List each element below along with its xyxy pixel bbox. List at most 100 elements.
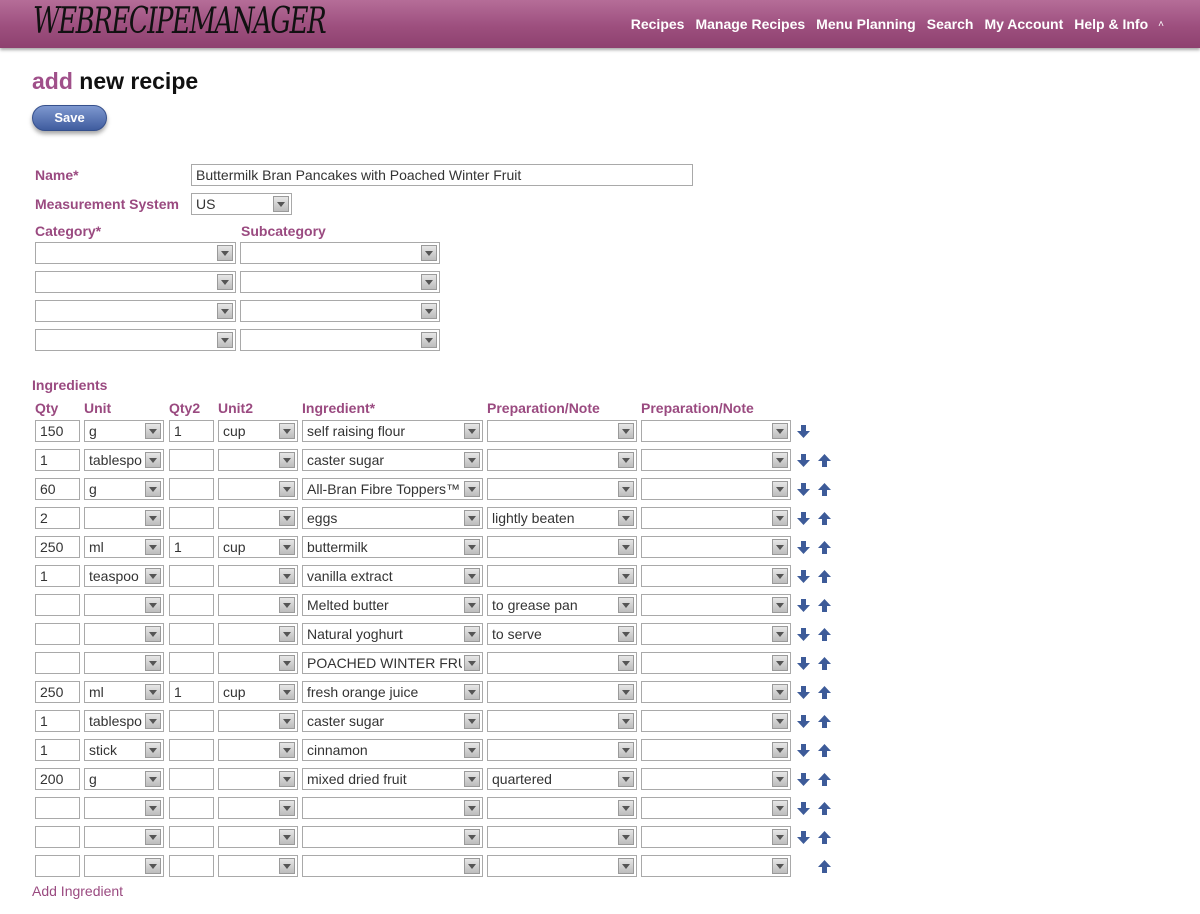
- preparation-note-2-select[interactable]: [641, 420, 791, 442]
- unit-select[interactable]: teaspoo: [84, 565, 164, 587]
- preparation-note-2-select[interactable]: [641, 623, 791, 645]
- move-down-arrow-icon[interactable]: [797, 686, 810, 699]
- save-button[interactable]: Save: [32, 105, 107, 131]
- dropdown-arrow-icon[interactable]: [464, 742, 480, 758]
- qty2-input[interactable]: 1: [169, 681, 214, 703]
- unit2-select[interactable]: [218, 478, 298, 500]
- unit2-select[interactable]: [218, 768, 298, 790]
- unit2-select[interactable]: [218, 797, 298, 819]
- dropdown-arrow-icon[interactable]: [279, 713, 295, 729]
- move-down-arrow-icon[interactable]: [797, 802, 810, 815]
- dropdown-arrow-icon[interactable]: [772, 481, 788, 497]
- dropdown-arrow-icon[interactable]: [772, 684, 788, 700]
- qty-input[interactable]: 60: [35, 478, 80, 500]
- qty-input[interactable]: [35, 652, 80, 674]
- dropdown-arrow-icon[interactable]: [279, 510, 295, 526]
- ingredient-select[interactable]: eggs: [302, 507, 483, 529]
- dropdown-arrow-icon[interactable]: [279, 568, 295, 584]
- dropdown-arrow-icon[interactable]: [145, 423, 161, 439]
- dropdown-arrow-icon[interactable]: [464, 510, 480, 526]
- move-up-arrow-icon[interactable]: [818, 657, 831, 670]
- unit2-select[interactable]: cup: [218, 420, 298, 442]
- move-down-arrow-icon[interactable]: [797, 425, 810, 438]
- dropdown-arrow-icon[interactable]: [618, 539, 634, 555]
- dropdown-arrow-icon[interactable]: [618, 771, 634, 787]
- dropdown-arrow-icon[interactable]: [145, 829, 161, 845]
- dropdown-arrow-icon[interactable]: [618, 655, 634, 671]
- dropdown-arrow-icon[interactable]: [279, 829, 295, 845]
- move-down-arrow-icon[interactable]: [797, 628, 810, 641]
- nav-recipes[interactable]: Recipes: [631, 16, 685, 32]
- preparation-note-select[interactable]: quartered: [487, 768, 637, 790]
- dropdown-arrow-icon[interactable]: [145, 742, 161, 758]
- dropdown-arrow-icon[interactable]: [772, 858, 788, 874]
- preparation-note-select[interactable]: lightly beaten: [487, 507, 637, 529]
- qty-input[interactable]: 1: [35, 739, 80, 761]
- unit2-select[interactable]: [218, 565, 298, 587]
- add-ingredient-link[interactable]: Add Ingredient: [32, 883, 123, 899]
- move-up-arrow-icon[interactable]: [818, 541, 831, 554]
- unit2-select[interactable]: [218, 855, 298, 877]
- preparation-note-2-select[interactable]: [641, 594, 791, 616]
- dropdown-arrow-icon[interactable]: [145, 597, 161, 613]
- unit2-select[interactable]: [218, 710, 298, 732]
- preparation-note-select[interactable]: [487, 826, 637, 848]
- dropdown-arrow-icon[interactable]: [772, 452, 788, 468]
- preparation-note-select[interactable]: [487, 420, 637, 442]
- move-up-arrow-icon[interactable]: [818, 512, 831, 525]
- dropdown-arrow-icon[interactable]: [421, 245, 437, 261]
- dropdown-arrow-icon[interactable]: [217, 303, 233, 319]
- caret-up-icon[interactable]: ˄: [1158, 19, 1164, 30]
- qty-input[interactable]: 1: [35, 710, 80, 732]
- move-up-arrow-icon[interactable]: [818, 831, 831, 844]
- unit-select[interactable]: g: [84, 768, 164, 790]
- ingredient-select[interactable]: caster sugar: [302, 449, 483, 471]
- dropdown-arrow-icon[interactable]: [464, 539, 480, 555]
- qty2-input[interactable]: [169, 594, 214, 616]
- move-up-arrow-icon[interactable]: [818, 860, 831, 873]
- dropdown-arrow-icon[interactable]: [618, 481, 634, 497]
- preparation-note-2-select[interactable]: [641, 797, 791, 819]
- dropdown-arrow-icon[interactable]: [772, 597, 788, 613]
- qty-input[interactable]: 2: [35, 507, 80, 529]
- category-select[interactable]: [35, 329, 236, 351]
- unit2-select[interactable]: [218, 507, 298, 529]
- preparation-note-2-select[interactable]: [641, 449, 791, 471]
- qty2-input[interactable]: [169, 478, 214, 500]
- subcategory-select[interactable]: [240, 300, 440, 322]
- dropdown-arrow-icon[interactable]: [279, 626, 295, 642]
- ingredient-select[interactable]: Melted butter: [302, 594, 483, 616]
- move-down-arrow-icon[interactable]: [797, 512, 810, 525]
- dropdown-arrow-icon[interactable]: [772, 713, 788, 729]
- move-up-arrow-icon[interactable]: [818, 454, 831, 467]
- preparation-note-select[interactable]: [487, 536, 637, 558]
- preparation-note-2-select[interactable]: [641, 536, 791, 558]
- qty-input[interactable]: [35, 623, 80, 645]
- dropdown-arrow-icon[interactable]: [772, 626, 788, 642]
- qty-input[interactable]: 1: [35, 449, 80, 471]
- dropdown-arrow-icon[interactable]: [464, 568, 480, 584]
- ingredient-select[interactable]: fresh orange juice: [302, 681, 483, 703]
- move-down-arrow-icon[interactable]: [797, 541, 810, 554]
- nav-menu-planning[interactable]: Menu Planning: [816, 16, 916, 32]
- subcategory-select[interactable]: [240, 271, 440, 293]
- preparation-note-select[interactable]: [487, 449, 637, 471]
- move-down-arrow-icon[interactable]: [797, 657, 810, 670]
- move-up-arrow-icon[interactable]: [818, 570, 831, 583]
- recipe-name-input[interactable]: Buttermilk Bran Pancakes with Poached Wi…: [191, 164, 693, 186]
- move-down-arrow-icon[interactable]: [797, 715, 810, 728]
- dropdown-arrow-icon[interactable]: [145, 452, 161, 468]
- dropdown-arrow-icon[interactable]: [772, 568, 788, 584]
- unit-select[interactable]: [84, 855, 164, 877]
- preparation-note-2-select[interactable]: [641, 681, 791, 703]
- dropdown-arrow-icon[interactable]: [464, 800, 480, 816]
- unit-select[interactable]: [84, 652, 164, 674]
- preparation-note-2-select[interactable]: [641, 739, 791, 761]
- qty2-input[interactable]: [169, 797, 214, 819]
- dropdown-arrow-icon[interactable]: [618, 858, 634, 874]
- preparation-note-select[interactable]: [487, 652, 637, 674]
- unit2-select[interactable]: [218, 826, 298, 848]
- preparation-note-2-select[interactable]: [641, 710, 791, 732]
- dropdown-arrow-icon[interactable]: [772, 771, 788, 787]
- unit2-select[interactable]: [218, 623, 298, 645]
